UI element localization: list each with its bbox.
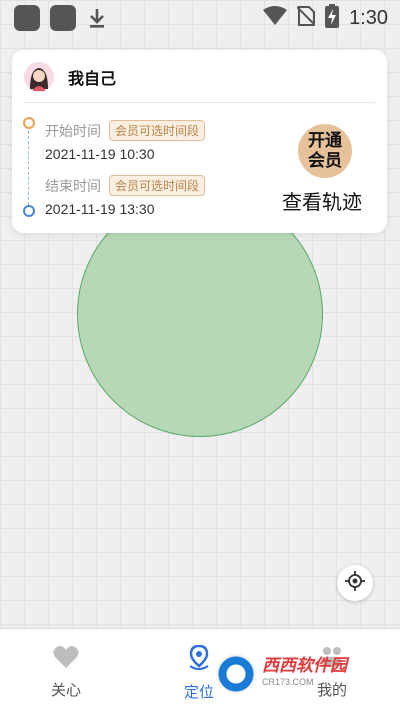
heart-icon xyxy=(53,645,79,673)
vip-line-2: 会员 xyxy=(308,151,342,171)
end-time-value[interactable]: 2021-11-19 13:30 xyxy=(45,201,155,217)
start-time-label: 开始时间 xyxy=(45,123,101,140)
view-track-button[interactable]: 查看轨迹 xyxy=(282,186,362,215)
nav-label-location: 定位 xyxy=(183,683,214,701)
watermark-main-text: 西西软件园 xyxy=(262,656,347,676)
user-name: 我自己 xyxy=(68,69,117,88)
status-time: 1:30 xyxy=(349,6,388,29)
vip-line-1: 开通 xyxy=(308,131,342,151)
track-info-card: 我自己 开始时间 会员可选时间段 2021-11-19 10:30 结束时间 会… xyxy=(12,50,387,233)
no-sim-icon xyxy=(296,5,316,31)
start-time-row[interactable]: 开始时间 会员可选时间段 xyxy=(45,120,206,141)
wifi-icon xyxy=(263,6,288,30)
end-time-row[interactable]: 结束时间 会员可选时间段 xyxy=(45,175,206,196)
start-time-value[interactable]: 2021-11-19 10:30 xyxy=(45,146,155,162)
open-vip-button[interactable]: 开通 会员 xyxy=(298,124,352,178)
end-vip-tag[interactable]: 会员可选时间段 xyxy=(109,175,206,196)
nav-item-care[interactable]: 关心 xyxy=(31,645,101,700)
download-icon xyxy=(86,5,108,31)
divider xyxy=(24,102,375,103)
app-square-icon xyxy=(14,5,40,31)
timeline-line xyxy=(28,126,29,210)
end-time-label: 结束时间 xyxy=(45,178,101,195)
avatar[interactable] xyxy=(24,62,54,92)
status-bar: 1:30 xyxy=(0,0,400,36)
nav-label-care: 关心 xyxy=(50,681,81,699)
watermark-logo-icon xyxy=(216,654,256,694)
app-square-icon xyxy=(50,5,76,31)
start-vip-tag[interactable]: 会员可选时间段 xyxy=(109,120,206,141)
crosshair-icon xyxy=(345,571,365,595)
battery-charging-icon xyxy=(325,4,340,32)
locate-button[interactable] xyxy=(337,565,373,601)
start-dot-icon xyxy=(23,117,35,129)
end-dot-icon xyxy=(23,205,35,217)
location-pin-icon xyxy=(187,644,211,675)
watermark: 西西软件园 CR173.COM xyxy=(216,654,380,694)
watermark-sub-text: CR173.COM xyxy=(262,677,314,687)
